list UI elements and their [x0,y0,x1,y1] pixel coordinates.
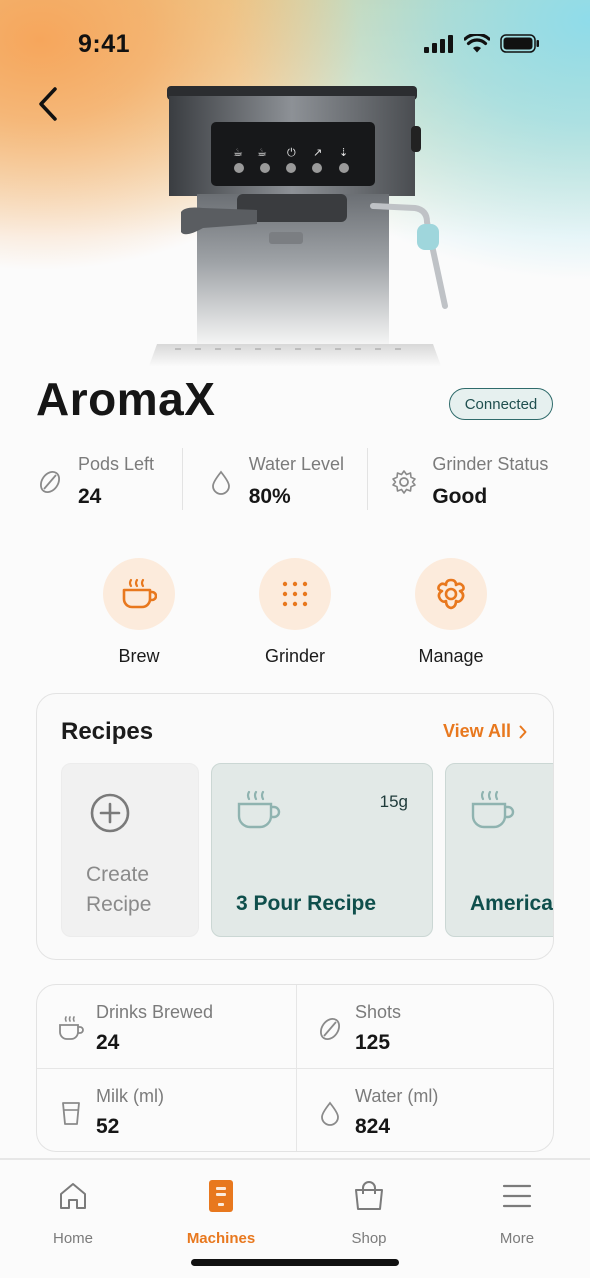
tab-label: Home [52,1230,93,1247]
tab-more[interactable]: More [457,1178,577,1247]
brew-button[interactable]: Brew [79,558,199,667]
connection-status-badge: Connected [449,388,553,420]
svg-text:⇣: ⇣ [339,146,348,159]
signal-icon [424,34,453,53]
manage-button[interactable]: Manage [391,558,511,667]
back-button[interactable] [28,84,68,124]
shopping-bag-icon [355,1181,383,1210]
svg-text:☕: ☕ [257,146,267,159]
tab-label: Machines [186,1230,256,1247]
create-recipe-button[interactable]: Create Recipe [61,763,199,937]
glass-icon [62,1102,80,1125]
metric-shots: Shots 125 [296,985,536,1065]
coffee-cup-icon [237,790,281,829]
plus-circle-icon [90,793,130,833]
stat-label: Grinder Status [432,454,549,474]
stat-value: 24 [78,485,102,508]
status-icons [424,34,540,53]
metric-label: Milk (ml) [96,1086,164,1106]
water-drop-icon [211,470,230,495]
wifi-icon [464,34,490,53]
view-all-link[interactable]: View All [443,721,527,742]
recipe-name: 3 Pour Recipe [236,892,377,915]
grid-dots-icon [282,581,308,607]
tab-label: Shop [351,1230,387,1247]
view-all-label: View All [442,721,511,741]
gear-icon [392,470,417,494]
machine-stats: Pods Left 24 Water Level 80% Grinder Sta… [36,448,556,510]
coffee-bean-icon [320,1017,340,1041]
metric-milk: Milk (ml) 52 [37,1069,277,1149]
tab-home[interactable]: Home [13,1178,133,1247]
metric-label: Water (ml) [355,1086,439,1106]
svg-text:↗: ↗ [313,146,322,159]
battery-icon [500,34,539,53]
menu-icon [502,1184,532,1208]
stat-water-level: Water Level 80% [183,448,368,510]
recipe-card[interactable]: 15g 3 Pour Recipe [211,763,433,937]
brew-label: Brew [118,646,160,666]
quick-actions: Brew Grinder Manage [0,558,590,668]
metric-value: 24 [96,1031,120,1054]
espresso-machine-image: ☕ ☕ ⏻ ↗ ⇣ [145,86,455,402]
metric-value: 52 [96,1115,120,1138]
coffee-bean-icon [40,470,60,494]
coffee-cup-icon [122,578,157,609]
usage-metrics: Drinks Brewed 24 Shots 125 Milk (ml) 52 … [36,984,554,1152]
stat-label: Pods Left [78,454,155,474]
stat-grinder-status: Grinder Status Good [368,448,556,510]
metric-water: Water (ml) 824 [296,1069,536,1149]
recipe-carousel[interactable]: Create Recipe 15g 3 Pour Recipe American… [61,763,553,937]
stat-value: 80% [248,485,291,508]
machine-icon [209,1180,233,1212]
chevron-left-icon [39,87,57,121]
status-bar: 9:41 [0,0,590,88]
metric-value: 824 [355,1115,391,1138]
coffee-cup-icon [471,790,515,829]
water-drop-icon [321,1101,339,1126]
recipe-name: Americano [470,892,553,915]
machine-name: AromaX [36,373,216,425]
settings-flower-icon [437,578,465,610]
tab-shop[interactable]: Shop [309,1178,429,1247]
stat-pods-left: Pods Left 24 [36,448,182,510]
svg-text:⏻: ⏻ [287,146,296,159]
create-recipe-label-line1: Create [86,863,150,886]
metric-value: 125 [355,1031,391,1054]
recipe-card[interactable]: Americano [445,763,553,937]
home-indicator [191,1259,399,1266]
create-recipe-label-line2: Recipe [86,893,152,916]
grinder-label: Grinder [264,646,326,666]
status-time: 9:41 [78,30,131,58]
tab-label: More [499,1230,535,1247]
metric-label: Drinks Brewed [96,1002,214,1022]
coffee-cup-icon [59,1016,84,1040]
recipe-grams: 15g [379,792,408,811]
home-icon [60,1183,86,1209]
stat-label: Water Level [248,454,345,474]
recipes-section: Recipes View All Create Recipe 15g 3 Pou [36,693,554,960]
grinder-button[interactable]: Grinder [235,558,355,667]
svg-text:☕: ☕ [233,146,243,159]
tab-machines[interactable]: Machines [161,1178,281,1247]
metric-label: Shots [355,1002,402,1022]
chevron-right-icon [519,725,527,738]
stat-value: Good [432,485,488,508]
metric-drinks-brewed: Drinks Brewed 24 [37,985,277,1065]
manage-label: Manage [418,646,484,666]
recipes-title: Recipes [61,718,154,745]
